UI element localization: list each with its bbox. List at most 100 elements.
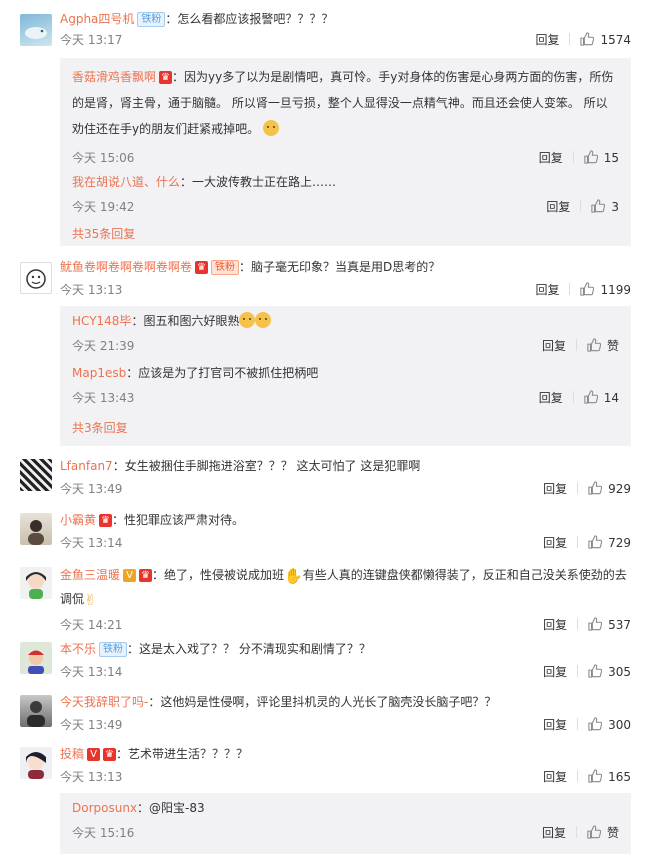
reply-button[interactable]: 回复 — [546, 200, 570, 214]
reply-button[interactable]: 回复 — [543, 770, 567, 784]
divider — [569, 33, 571, 45]
reply-content: ：图五和图六好眼熟 — [131, 314, 240, 328]
comment-text: Lfanfan7：女生被捆住手脚拖进浴室？？？ 这太可怕了 这是犯罪啊 — [60, 455, 631, 477]
reply-button[interactable]: 回复 — [535, 33, 559, 47]
anime-avatar-icon — [26, 752, 46, 779]
comment-text: Agpha四号机 铁粉 ：怎么看都应该报警吧？？？？ — [60, 8, 631, 30]
thumbs-up-icon — [588, 769, 602, 783]
thumbs-up-icon — [584, 150, 598, 164]
avatar[interactable] — [20, 14, 52, 46]
reply-button[interactable]: 回复 — [543, 718, 567, 732]
iron-fan-badge: 铁粉 — [137, 12, 166, 27]
reply-list: HCY148毕：图五和图六好眼熟 今天 21:39 回复 赞 Map1esb：应该… — [60, 306, 631, 446]
comment-content-line-3: 调侃 — [60, 592, 85, 606]
like-button[interactable]: 537 — [588, 618, 631, 632]
reply-button[interactable]: 回复 — [543, 665, 567, 679]
comment-time: 今天 13:49 — [60, 482, 123, 496]
avatar[interactable] — [20, 513, 52, 545]
reply-button[interactable]: 回复 — [535, 283, 559, 297]
reply-button[interactable]: 回复 — [543, 618, 567, 632]
reply-content: ：一大波传教士正在路上…… — [180, 175, 337, 189]
iron-fan-badge: 铁粉 — [211, 260, 240, 275]
avatar[interactable] — [20, 747, 52, 779]
username-link[interactable]: 今天我辞职了吗- — [60, 695, 148, 709]
username-link[interactable]: 香菇滑鸡香飘啊 — [72, 70, 156, 84]
username-link[interactable]: 小霸黄 — [60, 513, 96, 527]
avatar[interactable] — [20, 695, 52, 727]
like-count: 1199 — [600, 283, 631, 297]
username-link[interactable]: 我在胡说八道、什么 — [72, 175, 180, 189]
username-link[interactable]: Dorposunx — [72, 801, 137, 815]
like-count: 537 — [608, 618, 631, 632]
like-button[interactable]: 3 — [591, 200, 619, 214]
like-button[interactable]: 14 — [584, 391, 619, 405]
like-button[interactable]: 15 — [584, 151, 619, 165]
grin-emoji-icon — [262, 120, 279, 136]
comment-time: 今天 13:14 — [60, 536, 123, 550]
like-count: 15 — [603, 151, 619, 165]
thumbs-up-icon — [588, 535, 602, 549]
reply-text: HCY148毕：图五和图六好眼熟 — [72, 310, 619, 332]
comment-time: 今天 13:49 — [60, 718, 123, 732]
comment-item: 小霸黄 ♛ ：性犯罪应该严肃对待。 今天 13:14 回复 729 — [0, 509, 651, 559]
divider — [572, 391, 574, 403]
thumbs-up-emoji-icon: ✋ — [284, 567, 303, 585]
more-replies-link[interactable]: 共35条回复 — [72, 224, 135, 244]
reply-text: Dorposunx：@阳宝-83 — [72, 797, 619, 819]
reply-list: 香菇滑鸡香飘啊 ♛ ：因为yy多了以为是剧情吧，真可怜。手y对身体的伤害是心身两方面… — [60, 58, 631, 246]
like-button[interactable]: 305 — [588, 665, 631, 679]
like-button[interactable]: 929 — [588, 482, 631, 496]
like-button[interactable]: 300 — [588, 718, 631, 732]
username-link[interactable]: 鱿鱼卷啊卷啊卷啊卷啊卷 — [60, 260, 192, 274]
thumbs-up-icon — [588, 664, 602, 678]
divider — [572, 151, 574, 163]
username-link[interactable]: 金鱼三温暖 — [60, 568, 120, 582]
verified-v-icon: V — [87, 748, 101, 761]
person-avatar-icon — [27, 701, 45, 727]
like-button[interactable]: 165 — [588, 770, 631, 784]
reply-content-line-1: ：因为yy多了以为是剧情吧，真可怜。手y对身体的伤害是心身两方面的伤害，所伤 — [172, 70, 614, 84]
reply-content: ：@阳宝-83 — [137, 801, 205, 815]
thumbs-up-icon — [580, 32, 594, 46]
thumbs-up-icon — [587, 825, 601, 839]
like-button[interactable]: 赞 — [587, 826, 619, 840]
username-link[interactable]: 本不乐 — [60, 642, 96, 656]
avatar[interactable] — [20, 459, 52, 491]
reply-button[interactable]: 回复 — [543, 482, 567, 496]
like-button[interactable]: 1574 — [580, 33, 631, 47]
like-label: 赞 — [606, 826, 619, 840]
username-link[interactable]: Map1esb — [72, 366, 126, 380]
comment-actions: 回复 929 — [543, 479, 631, 499]
reply-actions: 回复 赞 — [542, 336, 619, 356]
reply-text: 香菇滑鸡香飘啊 ♛ ：因为yy多了以为是剧情吧，真可怜。手y对身体的伤害是心身两方面… — [72, 64, 619, 142]
comment-content: ：怎么看都应该报警吧？？？？ — [165, 12, 334, 26]
reply-button[interactable]: 回复 — [539, 151, 563, 165]
thumbs-up-icon — [588, 617, 602, 631]
like-button[interactable]: 赞 — [587, 339, 619, 353]
divider — [577, 718, 579, 730]
username-link[interactable]: HCY148毕 — [72, 314, 131, 328]
cartoon-girl-avatar-icon — [26, 572, 46, 599]
like-count: 300 — [608, 718, 631, 732]
avatar[interactable] — [20, 262, 52, 294]
username-link[interactable]: 投稿 — [60, 747, 84, 761]
reply-button[interactable]: 回复 — [543, 536, 567, 550]
cat-emoji-icon — [239, 312, 256, 328]
reply-content-line-3: 劝住还在手y的朋友们赶紧戒掉吧。 — [72, 122, 260, 136]
reply-button[interactable]: 回复 — [542, 339, 566, 353]
more-replies-link[interactable]: 共3条回复 — [72, 418, 128, 438]
reply-button[interactable]: 回复 — [539, 391, 563, 405]
username-link[interactable]: Lfanfan7 — [60, 459, 113, 473]
iron-fan-badge: 铁粉 — [99, 642, 128, 657]
like-button[interactable]: 729 — [588, 536, 631, 550]
crown-badge-icon: ♛ — [103, 748, 117, 761]
reply-button[interactable]: 回复 — [542, 826, 566, 840]
avatar[interactable] — [20, 567, 52, 599]
avatar[interactable] — [20, 642, 52, 674]
person-avatar-icon — [28, 520, 44, 545]
like-button[interactable]: 1199 — [580, 283, 631, 297]
username-link[interactable]: Agpha四号机 — [60, 12, 134, 26]
comment-time: 今天 13:17 — [60, 33, 123, 47]
like-count: 165 — [608, 770, 631, 784]
crown-badge-icon: ♛ — [195, 261, 209, 274]
